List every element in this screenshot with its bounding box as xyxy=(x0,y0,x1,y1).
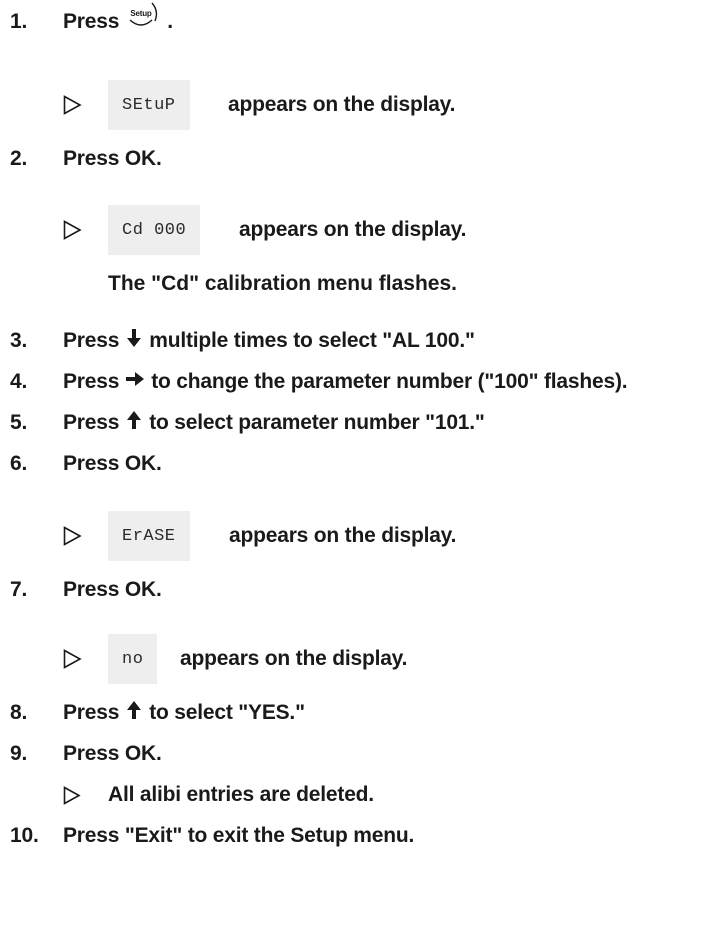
setup-key-icon: Setup xyxy=(125,2,167,42)
result-deleted: All alibi entries are deleted. xyxy=(0,775,717,815)
step-4: 4. Press to change the parameter number … xyxy=(0,362,717,402)
triangle-right-outline-icon xyxy=(63,649,82,669)
step-number: 9. xyxy=(10,742,28,765)
triangle-right-outline-icon xyxy=(63,526,82,546)
triangle-right-outline-icon xyxy=(63,95,82,115)
display-readout: Cd 000 xyxy=(108,205,201,255)
result-text: appears on the display. xyxy=(229,524,457,547)
note-cd-flashes: The "Cd" calibration menu flashes. xyxy=(108,272,457,295)
triangle-right-outline-icon xyxy=(63,220,82,240)
step-number: 3. xyxy=(10,329,28,352)
step-number: 10. xyxy=(10,824,39,847)
step-text: Press xyxy=(63,701,120,724)
arrow-down-icon xyxy=(125,328,143,354)
step-number: 7. xyxy=(10,578,28,601)
step-5: 5. Press to select parameter number "101… xyxy=(0,403,717,443)
step-text-end: to select parameter number "101." xyxy=(149,411,485,434)
step-text-end: to change the parameter number ("100" fl… xyxy=(151,370,628,393)
step-number: 5. xyxy=(10,411,28,434)
step-number: 8. xyxy=(10,701,28,724)
step-text-end: to select "YES." xyxy=(149,701,305,724)
result-text: appears on the display. xyxy=(228,93,456,116)
step-number: 6. xyxy=(10,452,28,475)
step-6: 6. Press OK. xyxy=(0,444,717,484)
result-no: no appears on the display. xyxy=(0,634,717,684)
arrow-up-icon xyxy=(125,700,143,726)
result-cd: Cd 000 appears on the display. xyxy=(0,205,717,255)
step-9: 9. Press OK. xyxy=(0,734,717,774)
step-text: Press OK. xyxy=(63,578,162,601)
step-text-end: . xyxy=(167,10,173,33)
step-text: Press xyxy=(63,10,120,33)
result-text: All alibi entries are deleted. xyxy=(108,783,374,806)
step-2: 2. Press OK. xyxy=(0,139,717,179)
step-text: Press "Exit" to exit the Setup menu. xyxy=(63,824,415,847)
result-setup: SEtuP appears on the display. xyxy=(0,80,717,130)
step-number: 1. xyxy=(10,10,28,33)
arrow-right-icon xyxy=(125,370,145,394)
step-text: Press OK. xyxy=(63,452,162,475)
step-text: Press xyxy=(63,411,120,434)
step-text-end: multiple times to select "AL 100." xyxy=(149,329,475,352)
step-3: 3. Press multiple times to select "AL 10… xyxy=(0,321,717,361)
step-10: 10. Press "Exit" to exit the Setup menu. xyxy=(0,816,717,856)
step-text: Press xyxy=(63,329,120,352)
display-readout: ErASE xyxy=(108,511,190,561)
display-readout: SEtuP xyxy=(108,80,190,130)
display-readout: no xyxy=(108,634,158,684)
step-number: 4. xyxy=(10,370,28,393)
step-text: Press OK. xyxy=(63,742,162,765)
setup-key-label: Setup xyxy=(131,9,153,18)
step-8: 8. Press to select "YES." xyxy=(0,693,717,733)
step-number: 2. xyxy=(10,147,28,170)
arrow-up-icon xyxy=(125,410,143,436)
result-text: appears on the display. xyxy=(180,647,408,670)
step-text: Press OK. xyxy=(63,147,162,170)
step-1: 1. Press Setup . xyxy=(0,2,717,42)
result-text: appears on the display. xyxy=(239,218,467,241)
step-7: 7. Press OK. xyxy=(0,570,717,610)
step-text: Press xyxy=(63,370,120,393)
triangle-right-outline-icon xyxy=(63,786,81,805)
result-erase: ErASE appears on the display. xyxy=(0,511,717,561)
